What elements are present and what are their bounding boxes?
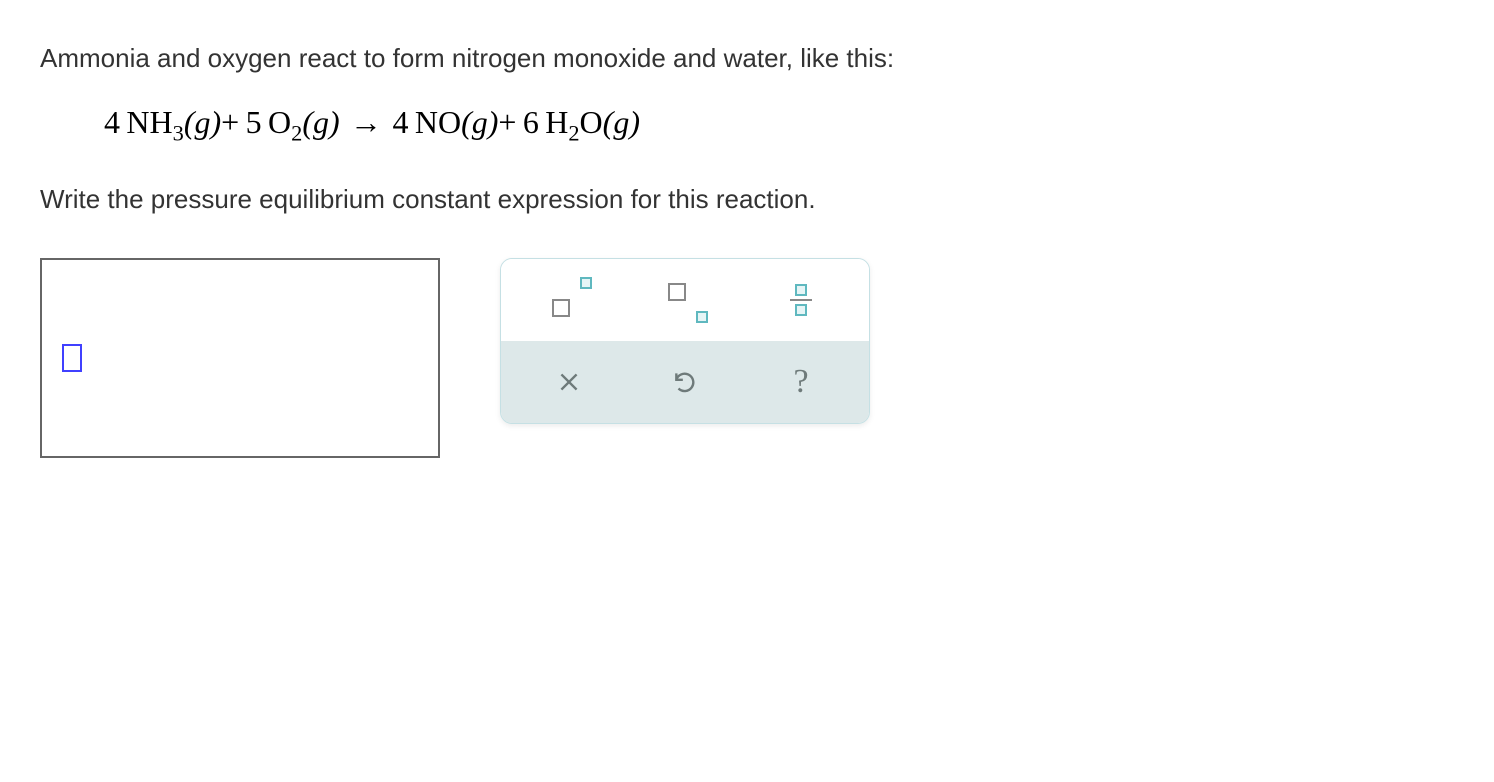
help-button[interactable]: ? — [771, 357, 831, 407]
square-small-icon — [795, 284, 807, 296]
input-cursor-icon — [62, 344, 82, 372]
chemical-equation: 4 NH3(g)+ 5 O2(g) → 4 NO(g)+ 6 H2O(g) — [104, 104, 1454, 141]
coef-p2: 6 — [523, 104, 539, 140]
formula-o-tail: O — [580, 104, 603, 140]
formula-h: H — [545, 104, 568, 140]
reaction-arrow-icon: → — [346, 104, 386, 141]
square-icon — [668, 283, 686, 301]
question-instruction: Write the pressure equilibrium constant … — [40, 181, 1454, 217]
clear-button[interactable] — [539, 357, 599, 407]
square-small-icon — [696, 311, 708, 323]
formula-nh: NH — [126, 104, 172, 140]
question-mark-icon: ? — [793, 365, 808, 399]
coef-p1: 4 — [392, 104, 408, 140]
plus-1: + — [221, 104, 239, 140]
coef-r1: 4 — [104, 104, 120, 140]
subscript-button[interactable] — [655, 275, 715, 325]
phase-r1: (g) — [184, 104, 221, 140]
sub-3: 3 — [173, 121, 184, 146]
square-small-icon — [580, 277, 592, 289]
question-intro: Ammonia and oxygen react to form nitroge… — [40, 40, 1454, 76]
phase-p2: (g) — [603, 104, 640, 140]
answer-input[interactable] — [40, 258, 440, 458]
phase-r2: (g) — [302, 104, 339, 140]
x-icon — [556, 369, 582, 395]
superscript-button[interactable] — [539, 275, 599, 325]
undo-button[interactable] — [655, 357, 715, 407]
coef-r2: 5 — [246, 104, 262, 140]
formula-no: NO — [415, 104, 461, 140]
undo-icon — [672, 369, 698, 395]
square-icon — [552, 299, 570, 317]
fraction-bar-icon — [790, 299, 812, 301]
fraction-button[interactable] — [771, 275, 831, 325]
plus-2: + — [498, 104, 516, 140]
sub-2a: 2 — [291, 121, 302, 146]
formula-toolbar: ? — [500, 258, 870, 424]
square-small-icon — [795, 304, 807, 316]
formula-o: O — [268, 104, 291, 140]
sub-2b: 2 — [568, 121, 579, 146]
phase-p1: (g) — [461, 104, 498, 140]
